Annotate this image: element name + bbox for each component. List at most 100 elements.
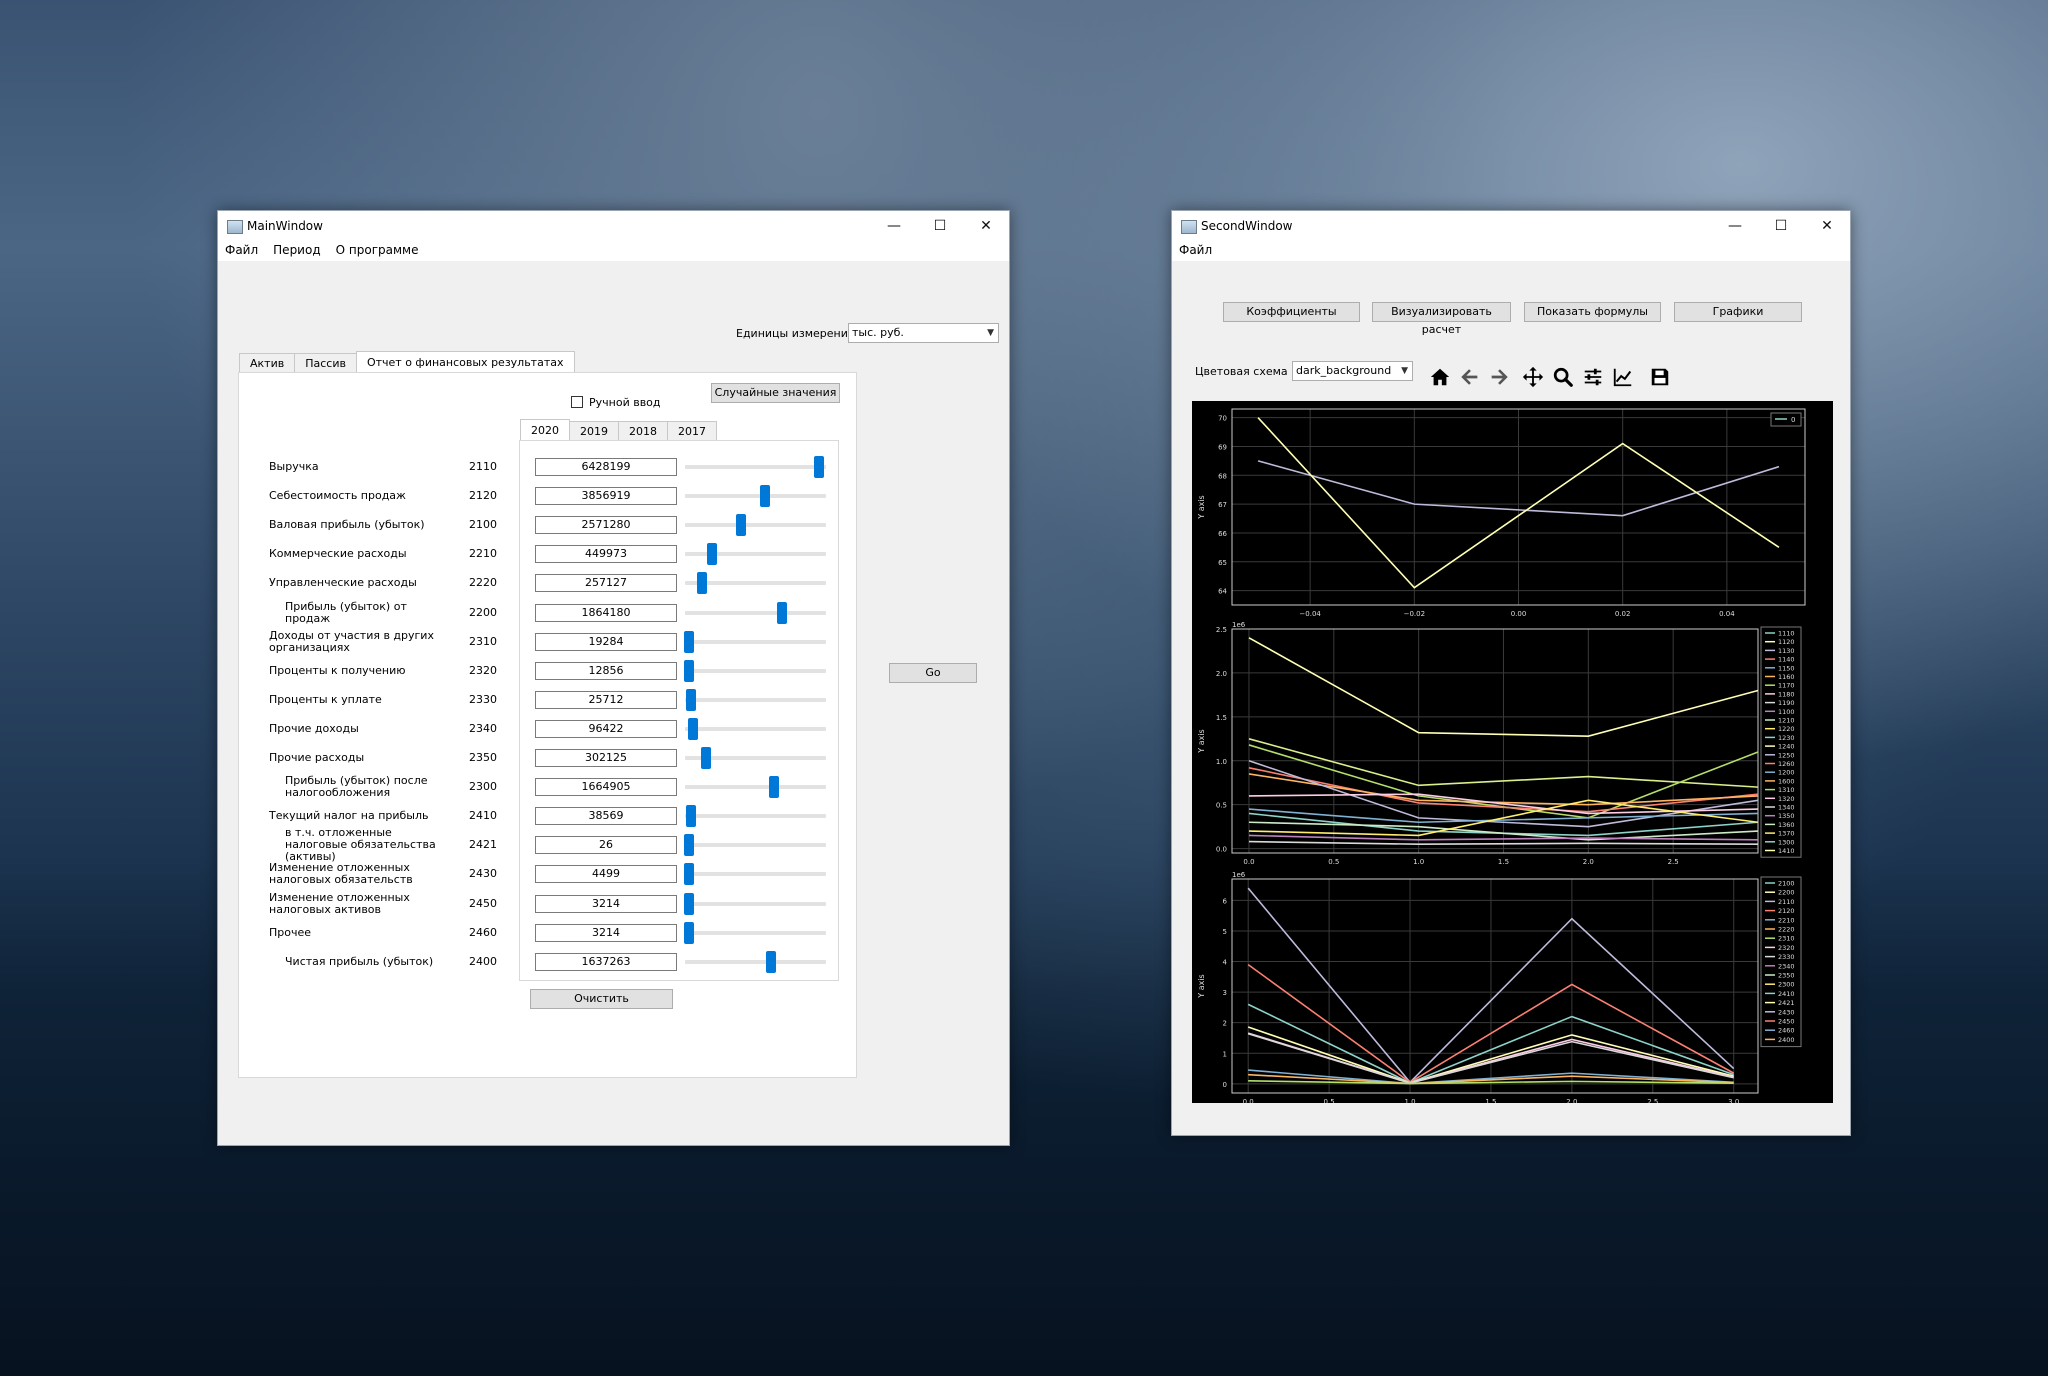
- show-formulas-button[interactable]: Показать формулы: [1524, 302, 1661, 322]
- tab-year-2017[interactable]: 2017: [667, 421, 717, 440]
- row-slider[interactable]: [685, 688, 826, 711]
- row-slider[interactable]: [684, 892, 826, 915]
- row-value-input[interactable]: 449973: [535, 545, 677, 564]
- manual-input-checkbox[interactable]: [571, 396, 583, 408]
- menu-about[interactable]: О программе: [336, 241, 419, 261]
- row-code: 2421: [469, 838, 497, 852]
- configure-subplots-icon[interactable]: [1580, 364, 1606, 390]
- row-value-input[interactable]: 19284: [535, 632, 677, 651]
- color-scheme-select[interactable]: dark_background ▼: [1292, 361, 1413, 381]
- row-slider[interactable]: [685, 485, 826, 508]
- go-button[interactable]: Go: [889, 663, 977, 683]
- x-tick-label: 2.0: [1583, 858, 1594, 866]
- legend: 21002200211021202210 22202310232023302340…: [1760, 876, 1802, 1048]
- visualize-button[interactable]: Визуализировать расчет: [1372, 302, 1511, 336]
- slider-thumb[interactable]: [766, 950, 776, 973]
- maximize-button[interactable]: ☐: [917, 211, 963, 241]
- slider-thumb[interactable]: [684, 863, 695, 886]
- row-slider[interactable]: [685, 805, 826, 828]
- slider-thumb[interactable]: [813, 456, 824, 478]
- home-icon[interactable]: [1427, 364, 1453, 390]
- row-slider[interactable]: [685, 456, 826, 478]
- maximize-button[interactable]: ☐: [1758, 211, 1804, 241]
- row-slider[interactable]: [684, 659, 826, 682]
- figure-canvas[interactable]: −0.04 −0.02 0.00 0.02 0.04 64 65 66 67 68 69 70 Y ax…: [1192, 401, 1833, 1115]
- row-slider[interactable]: [685, 543, 826, 566]
- row-value-input[interactable]: 3214: [535, 923, 677, 942]
- second-window-titlebar[interactable]: SecondWindow — ☐ ✕: [1172, 211, 1850, 241]
- close-button[interactable]: ✕: [963, 211, 1009, 241]
- clear-button[interactable]: Очистить: [530, 989, 673, 1009]
- tab-year-2020[interactable]: 2020: [520, 419, 570, 440]
- main-window-titlebar[interactable]: MainWindow — ☐ ✕: [218, 211, 1009, 241]
- row-value-input[interactable]: 12856: [535, 661, 677, 680]
- slider-thumb[interactable]: [777, 601, 788, 624]
- tab-financial-results[interactable]: Отчет о финансовых результатах: [355, 351, 575, 372]
- slider-thumb[interactable]: [684, 921, 695, 944]
- x-tick-label: 1.5: [1485, 1098, 1496, 1103]
- row-slider[interactable]: [685, 776, 826, 799]
- pan-icon[interactable]: [1520, 364, 1546, 390]
- coefficients-button[interactable]: Коэффициенты: [1223, 302, 1360, 322]
- slider-thumb[interactable]: [684, 892, 695, 915]
- row-slider[interactable]: [684, 630, 826, 653]
- row-slider[interactable]: [685, 572, 826, 595]
- tab-year-2019[interactable]: 2019: [569, 421, 619, 440]
- random-values-button[interactable]: Случайные значения: [711, 383, 840, 403]
- row-value-input[interactable]: 1864180: [535, 603, 677, 622]
- menu-period[interactable]: Период: [273, 241, 320, 261]
- charts-button[interactable]: Графики: [1674, 302, 1802, 322]
- row-slider[interactable]: [684, 921, 826, 944]
- slider-thumb[interactable]: [768, 776, 779, 799]
- row-value-input[interactable]: 25712: [535, 690, 677, 709]
- row-slider[interactable]: [684, 863, 826, 886]
- row-slider[interactable]: [685, 514, 826, 537]
- forward-arrow-icon[interactable]: [1486, 364, 1512, 390]
- row-slider[interactable]: [685, 601, 826, 624]
- legend-label: 1300: [1778, 838, 1795, 846]
- slider-thumb[interactable]: [736, 514, 747, 537]
- save-icon[interactable]: [1647, 364, 1673, 390]
- y-tick-label: 5: [1223, 928, 1227, 936]
- row-value-input[interactable]: 96422: [535, 719, 677, 738]
- tab-assets[interactable]: Актив: [239, 353, 296, 372]
- slider-thumb[interactable]: [685, 688, 696, 711]
- slider-thumb[interactable]: [685, 805, 696, 828]
- back-arrow-icon[interactable]: [1457, 364, 1483, 390]
- menu-file[interactable]: Файл: [1179, 241, 1212, 261]
- units-select[interactable]: тыс. руб. ▼: [848, 323, 999, 343]
- row-value-input[interactable]: 2571280: [535, 516, 677, 535]
- slider-thumb[interactable]: [684, 659, 695, 682]
- minimize-button[interactable]: —: [871, 211, 917, 241]
- row-value-input[interactable]: 38569: [535, 807, 677, 826]
- slider-thumb[interactable]: [760, 485, 771, 508]
- close-button[interactable]: ✕: [1804, 211, 1850, 241]
- row-value-input[interactable]: 1664905: [535, 778, 677, 797]
- row-value-input[interactable]: 6428199: [535, 458, 677, 476]
- row-value-input[interactable]: 257127: [535, 574, 677, 593]
- row-slider[interactable]: [685, 747, 826, 769]
- row-value-input[interactable]: 4499: [535, 865, 677, 884]
- slider-thumb[interactable]: [684, 630, 695, 653]
- row-slider[interactable]: [685, 950, 826, 973]
- tab-liabilities[interactable]: Пассив: [294, 353, 357, 372]
- slider-thumb[interactable]: [696, 572, 707, 595]
- tab-year-2018[interactable]: 2018: [618, 421, 668, 440]
- menu-file[interactable]: Файл: [225, 241, 258, 261]
- zoom-icon[interactable]: [1550, 364, 1576, 390]
- row-value-input[interactable]: 3856919: [535, 487, 677, 506]
- second-window: SecondWindow — ☐ ✕ Файл Коэффициенты Виз…: [1171, 210, 1851, 1136]
- legend-label: 1220: [1778, 725, 1795, 733]
- slider-thumb[interactable]: [688, 717, 699, 740]
- slider-thumb[interactable]: [701, 747, 712, 769]
- row-value-input[interactable]: 3214: [535, 894, 677, 913]
- minimize-button[interactable]: —: [1712, 211, 1758, 241]
- row-slider[interactable]: [684, 834, 826, 857]
- row-value-input[interactable]: 302125: [535, 749, 677, 767]
- slider-thumb[interactable]: [684, 834, 695, 857]
- edit-axes-icon[interactable]: [1610, 364, 1636, 390]
- slider-thumb[interactable]: [706, 543, 717, 566]
- row-value-input[interactable]: 1637263: [535, 952, 677, 971]
- row-slider[interactable]: [685, 717, 826, 740]
- row-value-input[interactable]: 26: [535, 836, 677, 855]
